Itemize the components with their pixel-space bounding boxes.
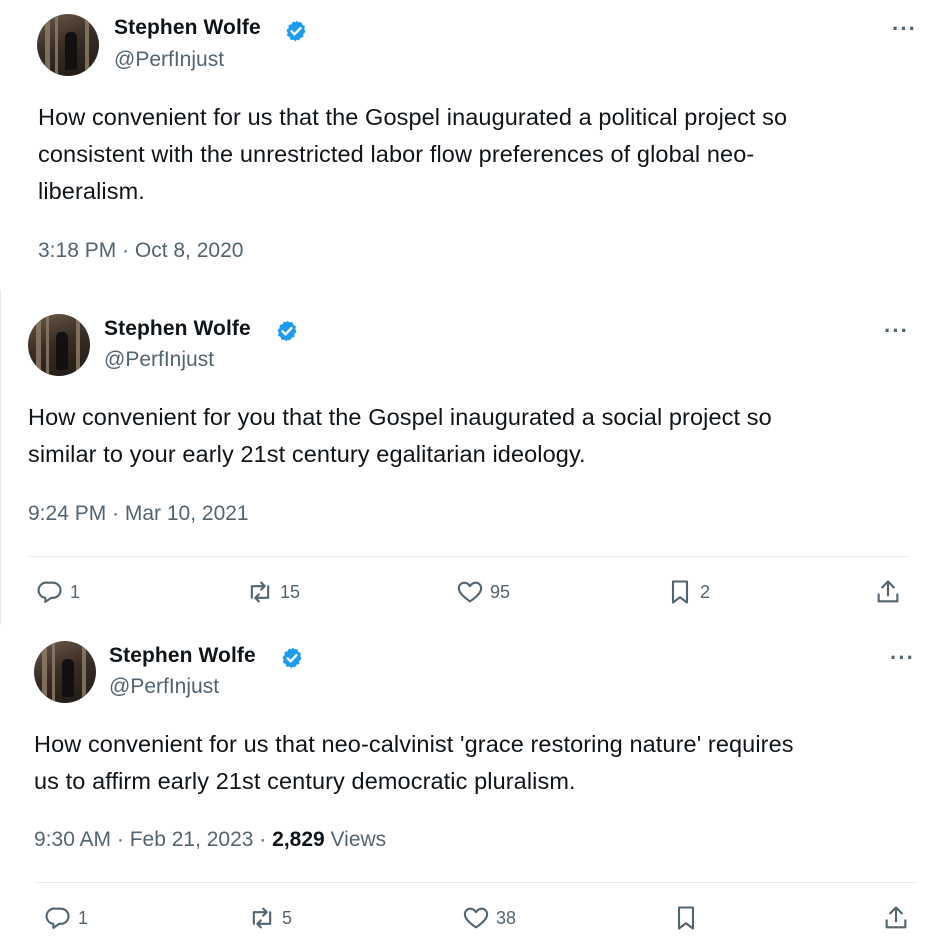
repost-count: 15 [280,581,301,602]
bookmark-icon [671,580,689,604]
avatar[interactable] [34,641,96,703]
share-icon [877,580,899,603]
views-count: 2,829 [272,828,325,851]
verified-badge-icon [282,647,302,669]
verified-badge-icon [286,20,306,42]
repost-button[interactable]: 15 [246,578,300,606]
author-name[interactable]: Stephen Wolfe [109,644,256,668]
bookmark-count: 2 [700,581,711,602]
reply-button[interactable]: 1 [44,904,88,932]
reply-button[interactable]: 1 [36,578,80,606]
heart-icon [457,581,483,603]
author-name[interactable]: Stephen Wolfe [104,317,251,341]
tweet-text-line: liberalism. [38,178,145,204]
reply-count: 1 [78,907,89,928]
verified-badge-icon [277,320,297,342]
tweet-text-line: consistent with the unrestricted labor f… [38,141,755,167]
bookmark-button[interactable]: 2 [666,578,710,606]
tweet-text-line: How convenient for you that the Gospel i… [28,404,772,430]
timestamp[interactable]: 3:18 PM · Oct 8, 2020 [38,239,243,263]
heart-icon [463,907,489,929]
more-options-icon[interactable]: ··· [890,645,915,671]
timestamp[interactable]: 9:30 AM · Feb 21, 2023 · [34,828,272,851]
bookmark-button[interactable] [672,904,700,932]
share-button[interactable] [882,904,910,932]
author-handle[interactable]: @PerfInjust [109,675,219,699]
tweet-text-line: How convenient for us that the Gospel in… [38,104,788,130]
bookmark-icon [677,906,695,930]
tweet-card[interactable]: Stephen Wolfe @PerfInjust ··· How conven… [6,625,936,952]
like-button[interactable]: 95 [456,578,510,606]
like-button[interactable]: 38 [462,904,516,932]
tweet-text-line: How convenient for us that neo-calvinist… [34,731,794,757]
tweet-card[interactable]: Stephen Wolfe @PerfInjust ··· How conven… [0,290,930,625]
reply-icon [37,581,62,603]
tweet-text-line: similar to your early 21st century egali… [28,441,586,467]
repost-icon [250,581,270,603]
divider [34,882,918,883]
more-options-icon[interactable]: ··· [884,318,909,344]
timestamp[interactable]: 9:24 PM · Mar 10, 2021 [28,502,249,526]
timestamp-and-views: 9:30 AM · Feb 21, 2023 · 2,829 Views [34,828,386,852]
repost-icon [252,907,272,929]
like-count: 95 [490,581,511,602]
avatar[interactable] [28,314,90,376]
repost-button[interactable]: 5 [248,904,292,932]
tweet-text: How convenient for you that the Gospel i… [28,399,772,473]
tweet-text: How convenient for us that the Gospel in… [38,99,787,210]
repost-count: 5 [282,907,293,928]
share-button[interactable] [874,578,902,606]
like-count: 38 [496,907,517,928]
divider [28,556,910,557]
tweet-text: How convenient for us that neo-calvinist… [34,726,794,800]
tweet-text-line: us to affirm early 21st century democrat… [34,768,576,794]
author-handle[interactable]: @PerfInjust [114,48,224,72]
avatar[interactable] [37,14,99,76]
reply-count: 1 [70,581,81,602]
author-handle[interactable]: @PerfInjust [104,348,214,372]
author-name[interactable]: Stephen Wolfe [114,16,261,40]
share-icon [885,906,907,929]
reply-icon [45,907,70,929]
views-label: Views [324,828,387,851]
more-options-icon[interactable]: ··· [892,16,917,42]
tweet-card[interactable]: Stephen Wolfe @PerfInjust ··· How conven… [10,0,935,290]
